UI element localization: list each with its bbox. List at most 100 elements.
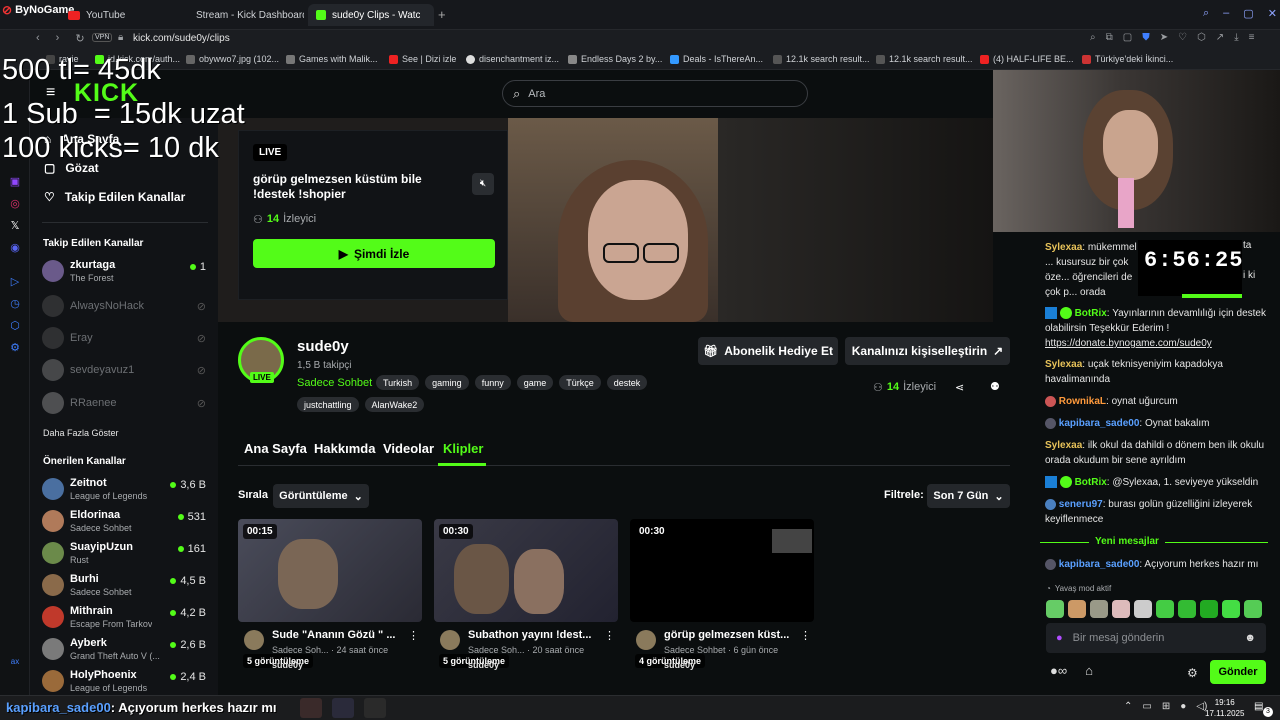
recommended-channel[interactable]: Ayberk Grand Theft Auto V (... 2,6 B <box>42 636 208 664</box>
gift-sub-button[interactable]: 🎁︎ Abonelik Hediye Et <box>698 337 838 365</box>
extensions-icon[interactable]: ⬡ <box>1197 32 1206 43</box>
recommended-channel[interactable]: Eldorinaa Sadece Sohbet 531 <box>42 508 208 536</box>
bookmark-item[interactable]: See | Dizi izle <box>389 51 456 67</box>
filter-dropdown[interactable]: Son 7 Gün ⌄ <box>927 484 1010 508</box>
emote-icon[interactable] <box>1134 600 1152 618</box>
clip-card[interactable]: 00:30 4 görüntüleme görüp gelmezsen küst… <box>630 519 814 673</box>
mute-icon[interactable]: 🔇︎ <box>472 173 494 195</box>
clip-user[interactable]: sude0y <box>468 660 499 670</box>
vpn-shield-icon[interactable]: ⛊ <box>1142 32 1150 43</box>
tag[interactable]: game <box>516 375 554 390</box>
discord-icon[interactable]: ◉ <box>9 242 21 254</box>
chat-user[interactable]: Sylexaa <box>1045 440 1082 451</box>
clip-user[interactable]: sude0y <box>664 660 695 670</box>
ax-icon[interactable]: ax <box>9 656 21 668</box>
chat-user[interactable]: RownikaL <box>1059 396 1106 407</box>
share-icon[interactable]: ↗ <box>1216 32 1224 43</box>
menu-icon[interactable]: ≡ <box>1249 32 1255 43</box>
clock[interactable]: 19:16 17.11.2025 <box>1205 697 1244 719</box>
share-icon[interactable]: ⋖ <box>955 381 964 394</box>
store-icon[interactable]: ⌂ <box>1085 663 1093 678</box>
clip-card[interactable]: 00:30 5 görüntüleme Subathon yayını !des… <box>434 519 618 673</box>
url-field[interactable]: kick.com/sude0y/clips <box>133 33 230 44</box>
bookmark-item[interactable]: 12.1k search result... <box>773 51 870 67</box>
tag[interactable]: justchattling <box>297 397 359 412</box>
tab-youtube[interactable]: YouTube <box>60 4 180 26</box>
clip-title[interactable]: görüp gelmezsen küst... <box>664 629 794 641</box>
recommended-channel[interactable]: SuayipUzun Rust 161 <box>42 540 208 568</box>
tag[interactable]: gaming <box>425 375 469 390</box>
tag[interactable]: AlanWake2 <box>364 397 425 412</box>
chevron-up-icon[interactable]: ⌃ <box>1124 701 1132 712</box>
more-icon[interactable]: ⋮ <box>408 629 419 642</box>
app-icon[interactable] <box>332 698 354 718</box>
chat-user[interactable]: kapibara_sade00 <box>1059 418 1140 429</box>
tag[interactable]: Türkçe <box>559 375 601 390</box>
send-button[interactable]: Gönder <box>1210 660 1266 684</box>
recommended-channel[interactable]: Mithrain Escape From Tarkov 4,2 B <box>42 604 208 632</box>
chat-user[interactable]: Sylexaa <box>1045 359 1082 370</box>
points-icon[interactable]: ●∞ <box>1050 663 1067 678</box>
battery-icon[interactable]: ▭ <box>1142 701 1151 712</box>
followed-channel[interactable]: AlwaysNoHack ⊘ <box>42 293 208 321</box>
tab-kick-dashboard[interactable]: Stream - Kick Dashboard <box>182 4 304 26</box>
screenshot-icon[interactable]: ⧉ <box>1106 32 1113 43</box>
customize-channel-button[interactable]: Kanalınızı kişiselleştirin ↗ <box>845 337 1010 365</box>
followed-channel[interactable]: zkurtaga The Forest 1 <box>42 258 208 286</box>
chat-settings-icon[interactable]: ⚙ <box>1187 666 1198 680</box>
recommended-channel[interactable]: HolyPhoenix League of Legends 2,4 B <box>42 668 208 696</box>
watch-now-button[interactable]: ▶ Şimdi İzle <box>253 239 495 268</box>
instagram-icon[interactable]: ◎ <box>9 198 21 210</box>
bookmark-item[interactable]: (4) HALF-LIFE BE... <box>980 51 1074 67</box>
microphone-tray-icon[interactable]: ● <box>1180 701 1186 712</box>
tag[interactable]: Turkish <box>376 375 420 390</box>
chat-link[interactable]: https://donate.bynogame.com/sude0y <box>1045 338 1212 349</box>
clock-icon[interactable]: ◷ <box>9 298 21 310</box>
search-icon[interactable]: ⌕ <box>1203 7 1209 20</box>
emote-icon[interactable] <box>1156 600 1174 618</box>
network-icon[interactable]: ⊞ <box>1162 701 1170 712</box>
app-icon[interactable] <box>300 698 322 718</box>
twitch-icon[interactable]: ▣ <box>9 176 21 188</box>
chat-user[interactable]: BotRix <box>1075 477 1107 488</box>
sort-dropdown[interactable]: Görüntüleme ⌄ <box>273 484 369 508</box>
tab-about[interactable]: Hakkımda <box>314 441 375 456</box>
emote-icon[interactable] <box>1222 600 1240 618</box>
close-icon[interactable]: ✕ <box>1268 7 1277 20</box>
x-icon[interactable]: 𝕏 <box>9 220 21 232</box>
obs-icon[interactable] <box>364 698 386 718</box>
tag[interactable]: destek <box>606 375 648 390</box>
tab-sude0y-clips[interactable]: sude0y Clips - Watch Live <box>308 4 434 26</box>
emote-icon[interactable] <box>1068 600 1086 618</box>
microphone-icon[interactable]: ● <box>1056 632 1063 644</box>
tab-videos[interactable]: Videolar <box>383 441 434 456</box>
bookmark-icon[interactable]: ▢ <box>1123 32 1132 43</box>
search-input[interactable]: ⌕ Ara <box>502 80 808 107</box>
chat-user[interactable]: BotRix <box>1075 308 1107 319</box>
cube-icon[interactable]: ⬡ <box>9 320 21 332</box>
chat-input[interactable]: ● Bir mesaj gönderin ☻ <box>1046 623 1266 653</box>
bookmark-item[interactable]: Türkiye'deki İkinci... <box>1082 51 1173 67</box>
zoom-icon[interactable]: ⌕ <box>1090 32 1096 43</box>
minimize-icon[interactable]: – <box>1223 7 1229 20</box>
emote-icon[interactable] <box>1112 600 1130 618</box>
show-more-link[interactable]: Daha Fazla Göster <box>43 428 119 438</box>
vpn-badge[interactable]: VPN <box>92 33 113 42</box>
new-tab-button[interactable]: + <box>438 7 446 22</box>
send-icon[interactable]: ➤ <box>1160 32 1168 43</box>
bookmark-item[interactable]: obywwo7.jpg (102... <box>186 51 279 67</box>
recommended-channel[interactable]: Zeitnot League of Legends 3,6 B <box>42 476 208 504</box>
settings-icon[interactable]: ⚙ <box>9 342 21 354</box>
emote-icon[interactable] <box>1200 600 1218 618</box>
clip-title[interactable]: Subathon yayını !dest... <box>468 629 598 641</box>
chat-user[interactable]: kapibara_sade00 <box>1059 559 1140 570</box>
reload-icon[interactable]: ↻ <box>75 32 84 45</box>
download-icon[interactable]: ⤓ <box>1234 32 1238 43</box>
back-icon[interactable]: ‹ <box>36 32 40 45</box>
followed-channel[interactable]: Eray ⊘ <box>42 325 208 353</box>
emoji-icon[interactable]: ☻ <box>1244 632 1256 644</box>
bookmark-item[interactable]: 12.1k search result... <box>876 51 973 67</box>
bookmark-item[interactable]: Endless Days 2 by... <box>568 51 662 67</box>
emote-icon[interactable] <box>1090 600 1108 618</box>
follow-user-icon[interactable]: ⚉ <box>990 380 1000 393</box>
